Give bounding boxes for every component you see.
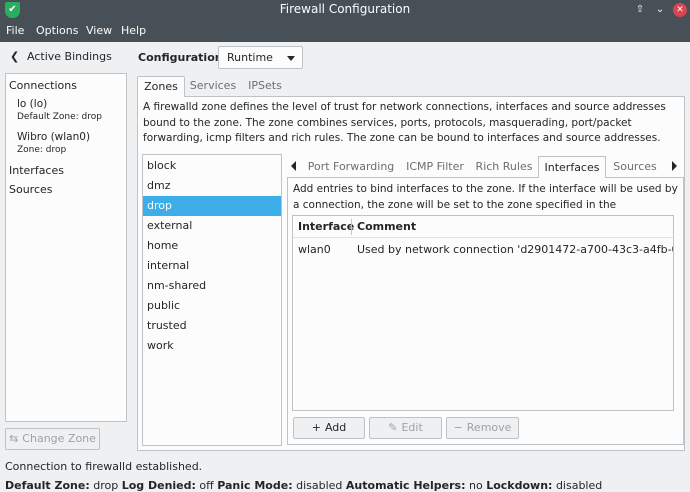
zone-item-external[interactable]: external bbox=[143, 216, 281, 236]
zone-list[interactable]: block dmz drop external home internal nm… bbox=[142, 154, 282, 446]
edit-button[interactable]: ✎ Edit bbox=[369, 417, 442, 439]
add-button[interactable]: + Add bbox=[293, 417, 365, 439]
tab-zones[interactable]: Zones bbox=[137, 76, 185, 97]
title-bar: ✔ Firewall Configuration ⇧ ⌄ ✕ bbox=[0, 0, 690, 20]
menu-options[interactable]: Options bbox=[36, 24, 78, 37]
active-bindings-tree: Connections lo (lo) Default Zone: drop W… bbox=[5, 73, 127, 422]
tree-connection-wibro[interactable]: Wibro (wlan0) bbox=[17, 131, 90, 143]
tab-interfaces[interactable]: Interfaces bbox=[538, 156, 606, 178]
column-separator[interactable] bbox=[351, 219, 352, 235]
active-bindings-toggle[interactable]: ❮ Active Bindings bbox=[0, 46, 130, 68]
pencil-icon: ✎ bbox=[388, 421, 398, 434]
row-comment-cell[interactable]: Used by network connection 'd2901472-a70… bbox=[357, 240, 673, 260]
default-zone-value: drop bbox=[93, 479, 119, 492]
change-zone-label: Change Zone bbox=[22, 432, 96, 445]
zone-item-dmz[interactable]: dmz bbox=[143, 176, 281, 196]
chevron-left-icon: ❮ bbox=[10, 50, 20, 63]
chevron-down-icon bbox=[287, 56, 295, 61]
remove-button-label: Remove bbox=[466, 421, 512, 434]
configuration-select[interactable]: Runtime bbox=[218, 46, 303, 69]
change-zone-button[interactable]: ⇆ Change Zone bbox=[5, 428, 100, 450]
zone-item-home[interactable]: home bbox=[143, 236, 281, 256]
default-zone-label: Default Zone: bbox=[5, 479, 90, 492]
tab-sources[interactable]: Sources bbox=[609, 156, 661, 178]
zone-item-trusted[interactable]: trusted bbox=[143, 316, 281, 336]
automatic-helpers-value: no bbox=[469, 479, 483, 492]
panic-mode-value: disabled bbox=[296, 479, 343, 492]
lockdown-label: Lockdown: bbox=[486, 479, 553, 492]
status-bar: Default Zone: drop Log Denied: off Panic… bbox=[5, 479, 602, 492]
zone-item-public[interactable]: public bbox=[143, 296, 281, 316]
tab-rich-rules[interactable]: Rich Rules bbox=[473, 156, 535, 178]
tree-connection-lo[interactable]: lo (lo) bbox=[17, 98, 47, 110]
column-comment[interactable]: Comment bbox=[357, 216, 416, 238]
zone-item-nm-shared[interactable]: nm-shared bbox=[143, 276, 281, 296]
tree-connection-lo-zone: Default Zone: drop bbox=[17, 112, 102, 122]
tab-ipsets[interactable]: IPSets bbox=[242, 76, 288, 96]
remove-button[interactable]: − Remove bbox=[446, 417, 519, 439]
lockdown-value: disabled bbox=[555, 479, 603, 492]
menu-file[interactable]: File bbox=[6, 24, 24, 37]
zone-item-block[interactable]: block bbox=[143, 156, 281, 176]
plus-icon: + bbox=[311, 421, 321, 434]
active-bindings-label: Active Bindings bbox=[27, 50, 112, 63]
menu-view[interactable]: View bbox=[86, 24, 112, 37]
close-button[interactable]: ✕ bbox=[673, 3, 687, 17]
log-denied-label: Log Denied: bbox=[121, 479, 196, 492]
zone-description: A firewalld zone defines the level of tr… bbox=[143, 101, 666, 144]
configuration-label: Configuration: bbox=[138, 51, 227, 64]
menu-bar: File Options View Help bbox=[0, 20, 690, 42]
tree-sources-header[interactable]: Sources bbox=[9, 183, 53, 196]
log-denied-value: off bbox=[199, 479, 214, 492]
interfaces-table[interactable]: Interface Comment wlan0 Used by network … bbox=[292, 215, 674, 411]
tree-interfaces-header[interactable]: Interfaces bbox=[9, 164, 64, 177]
tab-services[interactable]: Services bbox=[188, 76, 238, 96]
tab-icmp-filter[interactable]: ICMP Filter bbox=[401, 156, 469, 178]
status-message: Connection to firewalld established. bbox=[5, 460, 203, 473]
zone-item-work[interactable]: work bbox=[143, 336, 281, 356]
tabs-scroll-left-icon[interactable] bbox=[291, 161, 296, 171]
minus-icon: − bbox=[453, 421, 463, 434]
zone-item-internal[interactable]: internal bbox=[143, 256, 281, 276]
tabs-scroll-right-icon[interactable] bbox=[672, 161, 677, 171]
row-interface-cell[interactable]: wlan0 bbox=[298, 240, 331, 260]
add-button-label: Add bbox=[324, 421, 347, 434]
automatic-helpers-label: Automatic Helpers: bbox=[345, 479, 466, 492]
window-title: Firewall Configuration bbox=[279, 2, 411, 16]
tree-connection-wibro-zone: Zone: drop bbox=[17, 145, 67, 155]
tab-port-forwarding[interactable]: Port Forwarding bbox=[303, 156, 399, 178]
minimize-button[interactable]: ⌄ bbox=[652, 2, 668, 18]
panic-mode-label: Panic Mode: bbox=[217, 479, 293, 492]
column-interface[interactable]: Interface bbox=[298, 216, 354, 238]
zone-settings-tabs: Port Forwarding ICMP Filter Rich Rules I… bbox=[287, 156, 685, 178]
menu-help[interactable]: Help bbox=[121, 24, 146, 37]
keep-above-button[interactable]: ⇧ bbox=[632, 2, 648, 18]
swap-icon: ⇆ bbox=[9, 432, 19, 445]
zone-item-drop[interactable]: drop bbox=[143, 196, 281, 216]
edit-button-label: Edit bbox=[401, 421, 423, 434]
tree-connections-header[interactable]: Connections bbox=[9, 79, 77, 92]
configuration-value: Runtime bbox=[227, 51, 273, 64]
